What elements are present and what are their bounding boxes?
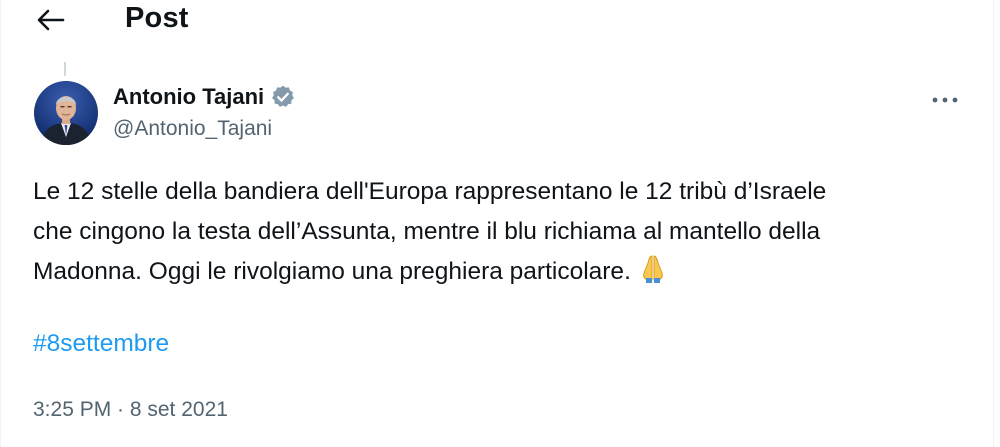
more-horizontal-icon [932, 97, 958, 103]
back-button[interactable] [29, 0, 73, 40]
arrow-left-icon [37, 9, 65, 31]
folded-hands-emoji [639, 253, 667, 296]
avatar[interactable] [34, 81, 98, 145]
header: Post [1, 0, 995, 40]
author-handle[interactable]: @Antonio_Tajani [113, 117, 272, 141]
tweet-text-line-last: Madonna. Oggi le rivolgiamo una preghier… [33, 252, 978, 296]
tweet-text: Le 12 stelle della bandiera dell'Europa … [33, 172, 978, 296]
tweet-text-line: Le 12 stelle della bandiera dell'Europa … [33, 178, 827, 205]
author-name[interactable]: Antonio Tajani [113, 84, 296, 110]
tweet-text-line: che cingono la testa dell’Assunta, mentr… [33, 218, 821, 245]
author-name-text: Antonio Tajani [113, 84, 265, 109]
verified-badge-icon[interactable] [270, 84, 296, 110]
thread-connector-line [64, 62, 66, 76]
timestamp[interactable]: 3:25 PM · 8 set 2021 [33, 398, 228, 422]
more-options-button[interactable] [925, 86, 965, 114]
tweet-text-line: Madonna. Oggi le rivolgiamo una preghier… [33, 258, 631, 285]
hashtag-link[interactable]: #8settembre [33, 330, 169, 358]
page-title: Post [125, 2, 189, 34]
post-view: Post Antonio Tajani @Antonio_Tajani Le 1… [0, 0, 994, 447]
avatar-image [34, 81, 98, 145]
